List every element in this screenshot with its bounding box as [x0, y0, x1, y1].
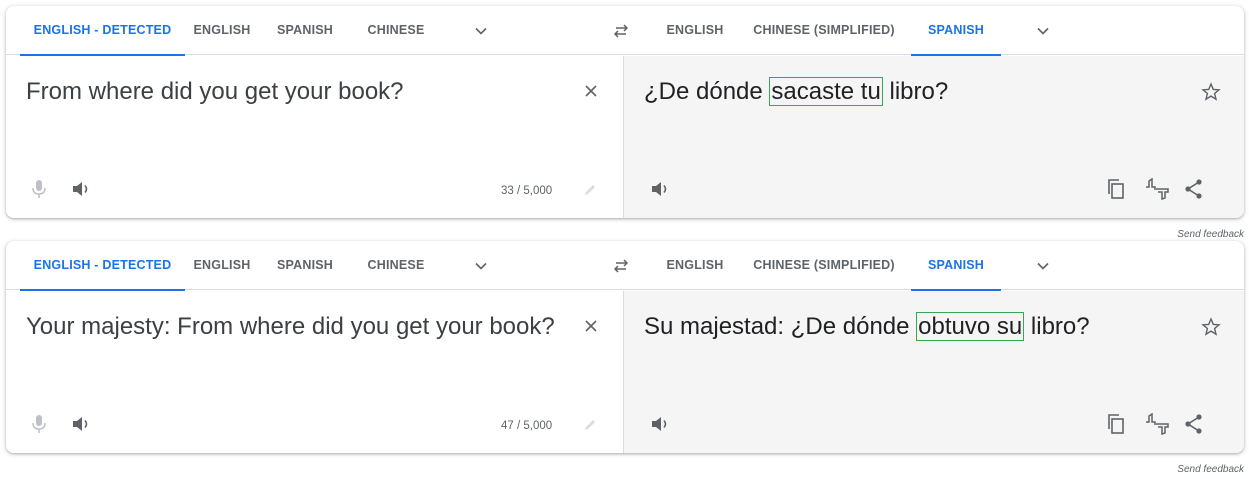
send-feedback-link[interactable]: Send feedback [1177, 464, 1244, 475]
source-text[interactable]: From where did you get your book? [26, 76, 566, 108]
rate-translation-thumbs-icon[interactable] [1144, 413, 1170, 435]
source-tab-chinese[interactable]: CHINESE [353, 241, 439, 290]
listen-translation-speaker-icon[interactable] [650, 180, 672, 198]
source-tab-english[interactable]: ENGLISH [185, 6, 259, 55]
swap-languages-icon[interactable] [612, 23, 630, 39]
save-star-icon[interactable] [1201, 317, 1221, 337]
source-tab-english-detected[interactable]: ENGLISH - DETECTED [20, 241, 185, 291]
clear-text-icon[interactable] [582, 317, 600, 335]
translation-area: ¿De dónde sacaste tu libro? [623, 56, 1244, 218]
copy-translation-icon[interactable] [1106, 413, 1126, 435]
source-more-languages-chevron-icon[interactable] [474, 259, 488, 273]
listen-source-speaker-icon[interactable] [71, 180, 93, 198]
target-tab-english[interactable]: ENGLISH [654, 6, 736, 55]
edit-pencil-icon[interactable] [582, 417, 598, 433]
target-more-languages-chevron-icon[interactable] [1036, 24, 1050, 38]
translation-area: Su majestad: ¿De dónde obtuvo su libro? [623, 291, 1244, 453]
target-tab-spanish[interactable]: SPANISH [911, 241, 1001, 291]
character-count: 33 / 5,000 [501, 185, 553, 197]
translation-text: ¿De dónde sacaste tu libro? [644, 76, 1184, 108]
translation-highlight[interactable]: sacaste tu [769, 77, 883, 106]
target-more-languages-chevron-icon[interactable] [1036, 259, 1050, 273]
translation-highlight[interactable]: obtuvo su [916, 312, 1025, 341]
translation-text: Su majestad: ¿De dónde obtuvo su libro? [644, 311, 1184, 343]
listen-translation-speaker-icon[interactable] [650, 415, 672, 433]
translation-text-pre: ¿De dónde [644, 78, 770, 105]
target-tab-english[interactable]: ENGLISH [654, 241, 736, 290]
send-feedback-link[interactable]: Send feedback [1177, 229, 1244, 240]
rate-translation-thumbs-icon[interactable] [1144, 178, 1170, 200]
source-tab-chinese[interactable]: CHINESE [353, 6, 439, 55]
translation-text-pre: Su majestad: ¿De dónde [644, 313, 917, 340]
translation-text-post: libro? [1024, 313, 1090, 340]
translate-panel-2: ENGLISH - DETECTED ENGLISH SPANISH CHINE… [6, 241, 1244, 453]
swap-languages-icon[interactable] [612, 258, 630, 274]
target-tab-chinese-simplified[interactable]: CHINESE (SIMPLIFIED) [740, 241, 908, 290]
language-tab-bar: ENGLISH - DETECTED ENGLISH SPANISH CHINE… [6, 241, 1244, 291]
edit-pencil-icon[interactable] [582, 182, 598, 198]
language-tab-bar: ENGLISH - DETECTED ENGLISH SPANISH CHINE… [6, 6, 1244, 56]
microphone-icon[interactable] [30, 178, 48, 200]
listen-source-speaker-icon[interactable] [71, 415, 93, 433]
share-icon[interactable] [1184, 413, 1204, 435]
source-tab-spanish[interactable]: SPANISH [263, 241, 347, 290]
source-tab-english-detected[interactable]: ENGLISH - DETECTED [20, 6, 185, 56]
target-tab-chinese-simplified[interactable]: CHINESE (SIMPLIFIED) [740, 6, 908, 55]
source-text-area[interactable]: From where did you get your book? 33 / 5… [6, 56, 623, 218]
source-more-languages-chevron-icon[interactable] [474, 24, 488, 38]
source-text[interactable]: Your majesty: From where did you get you… [26, 311, 566, 343]
save-star-icon[interactable] [1201, 82, 1221, 102]
source-tab-english[interactable]: ENGLISH [185, 241, 259, 290]
character-count: 47 / 5,000 [501, 420, 553, 432]
translate-panel-1: ENGLISH - DETECTED ENGLISH SPANISH CHINE… [6, 6, 1244, 218]
microphone-icon[interactable] [30, 413, 48, 435]
target-tab-spanish[interactable]: SPANISH [911, 6, 1001, 56]
copy-translation-icon[interactable] [1106, 178, 1126, 200]
source-tab-spanish[interactable]: SPANISH [263, 6, 347, 55]
source-text-area[interactable]: Your majesty: From where did you get you… [6, 291, 623, 453]
clear-text-icon[interactable] [582, 82, 600, 100]
translation-text-post: libro? [882, 78, 949, 105]
share-icon[interactable] [1184, 178, 1204, 200]
